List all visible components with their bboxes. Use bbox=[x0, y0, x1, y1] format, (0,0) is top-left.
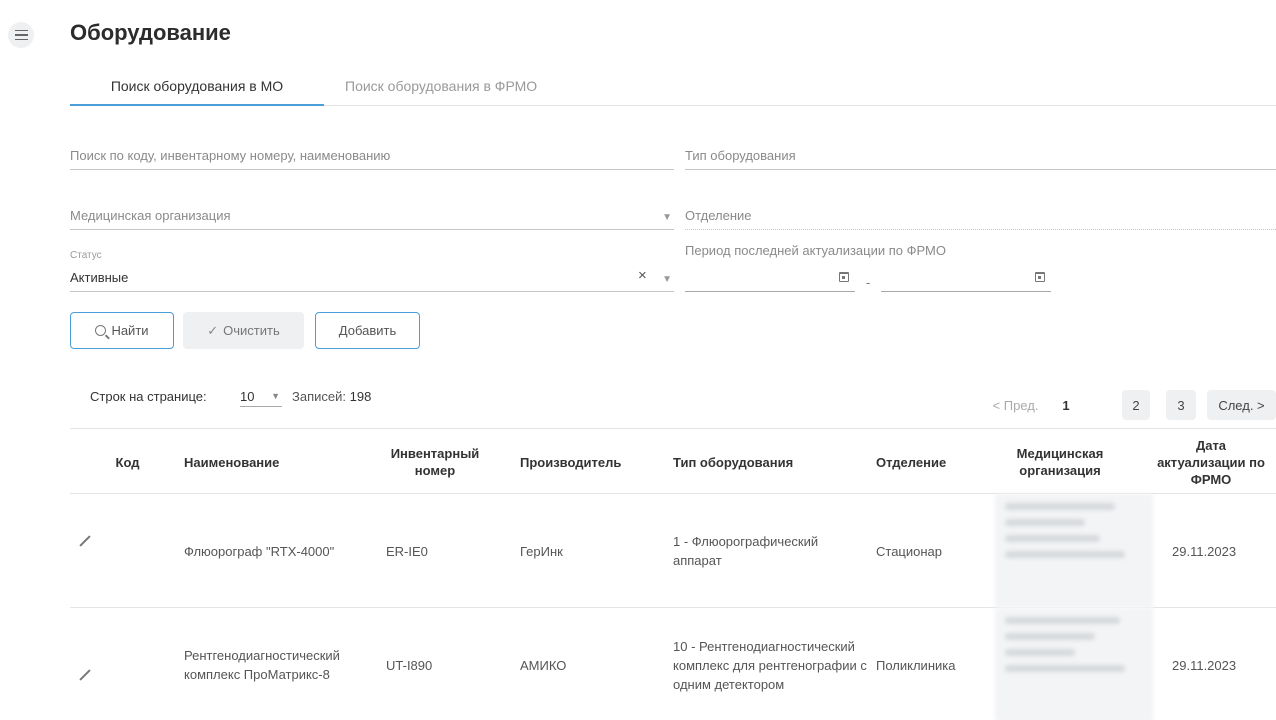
prev-page-button[interactable]: < Пред. bbox=[984, 390, 1047, 420]
close-icon[interactable]: × bbox=[638, 267, 647, 284]
search-icon bbox=[95, 325, 107, 336]
records-count: Записей: 198 bbox=[292, 389, 371, 404]
column-inventory[interactable]: Инвентарный номер bbox=[380, 429, 490, 495]
status-select[interactable]: Активные × ▼ bbox=[70, 262, 674, 292]
cell-organization-redacted bbox=[995, 494, 1153, 608]
column-code[interactable]: Код bbox=[100, 429, 155, 495]
equipment-type-select[interactable]: Тип оборудования bbox=[685, 140, 1276, 170]
equipment-type-placeholder: Тип оборудования bbox=[685, 148, 796, 163]
date-from-input[interactable] bbox=[685, 270, 855, 292]
cell-department: Стационар bbox=[876, 543, 943, 559]
page-2-button[interactable]: 2 bbox=[1122, 390, 1150, 420]
status-value: Активные bbox=[70, 270, 129, 285]
column-name[interactable]: Наименование bbox=[184, 429, 364, 495]
department-select[interactable]: Отделение bbox=[685, 200, 1276, 230]
column-manufacturer[interactable]: Производитель bbox=[520, 429, 650, 495]
records-label: Записей: bbox=[292, 389, 346, 404]
page-title: Оборудование bbox=[70, 20, 231, 45]
rows-per-page-value: 10 bbox=[240, 389, 255, 404]
table-row[interactable]: Рентгенодиагностический комплекс ПроМатр… bbox=[70, 608, 1276, 720]
column-date[interactable]: Дата актуализации по ФРМО bbox=[1156, 429, 1266, 495]
cell-name: Рентгенодиагностический комплекс ПроМатр… bbox=[184, 648, 340, 682]
rows-per-page-label: Строк на странице: bbox=[90, 389, 207, 404]
table-row[interactable]: Флюорограф "RTX-4000" ER-IE0 ГерИнк 1 - … bbox=[70, 494, 1276, 608]
chevron-down-icon: ▼ bbox=[662, 212, 672, 223]
period-label: Период последней актуализации по ФРМО bbox=[685, 243, 946, 258]
tab-search-frmo[interactable]: Поиск оборудования в ФРМО bbox=[345, 72, 537, 106]
equipment-table: Код Наименование Инвентарный номер Произ… bbox=[70, 428, 1276, 720]
calendar-icon[interactable] bbox=[839, 272, 849, 282]
add-button[interactable]: Добавить bbox=[315, 312, 420, 349]
cell-inventory: ER-IE0 bbox=[386, 543, 428, 559]
cell-type: 10 - Рентгенодиагностический комплекс дл… bbox=[673, 638, 867, 692]
cell-manufacturer: ГерИнк bbox=[520, 543, 563, 559]
search-placeholder: Поиск по коду, инвентарному номеру, наим… bbox=[70, 148, 391, 163]
rows-per-page-select[interactable]: 10 ▼ bbox=[240, 389, 282, 407]
cell-date: 29.11.2023 bbox=[1172, 543, 1237, 559]
chevron-down-icon: ▼ bbox=[271, 391, 280, 401]
department-placeholder: Отделение bbox=[685, 208, 752, 223]
chevron-down-icon[interactable]: ▼ bbox=[662, 274, 672, 285]
tab-search-mo[interactable]: Поиск оборудования в МО bbox=[70, 72, 324, 106]
cell-department: Поликлиника bbox=[876, 657, 956, 673]
next-page-button[interactable]: След. > bbox=[1207, 390, 1276, 420]
cell-organization-redacted bbox=[995, 608, 1153, 720]
broom-icon: ✓ bbox=[207, 322, 219, 338]
page-1-button[interactable]: 1 bbox=[1052, 390, 1080, 420]
calendar-icon[interactable] bbox=[1035, 272, 1045, 282]
menu-icon[interactable] bbox=[8, 22, 34, 48]
cell-date: 29.11.2023 bbox=[1172, 657, 1237, 673]
cell-inventory: UT-I890 bbox=[386, 657, 433, 673]
date-to-input[interactable] bbox=[881, 270, 1051, 292]
cell-type: 1 - Флюорографический аппарат bbox=[673, 534, 819, 568]
cell-manufacturer: АМИКО bbox=[520, 657, 567, 673]
column-department[interactable]: Отделение bbox=[876, 429, 986, 495]
clear-button[interactable]: ✓ Очистить bbox=[183, 312, 304, 349]
page-3-button[interactable]: 3 bbox=[1166, 390, 1196, 420]
search-input[interactable]: Поиск по коду, инвентарному номеру, наим… bbox=[70, 140, 674, 170]
date-separator: - bbox=[866, 275, 871, 290]
edit-icon[interactable] bbox=[79, 669, 91, 681]
tabs: Поиск оборудования в МО Поиск оборудован… bbox=[70, 72, 1276, 106]
records-value: 198 bbox=[349, 389, 372, 404]
find-button[interactable]: Найти bbox=[70, 312, 174, 349]
clear-button-label: Очистить bbox=[223, 323, 280, 338]
column-organization[interactable]: Медицинская организация bbox=[995, 429, 1125, 495]
column-type[interactable]: Тип оборудования bbox=[673, 429, 863, 495]
status-label: Статус bbox=[70, 250, 102, 261]
find-button-label: Найти bbox=[111, 323, 149, 338]
cell-name: Флюорограф "RTX-4000" bbox=[184, 543, 335, 559]
edit-icon[interactable] bbox=[79, 535, 91, 547]
organization-placeholder: Медицинская организация bbox=[70, 208, 231, 223]
table-header: Код Наименование Инвентарный номер Произ… bbox=[70, 428, 1276, 494]
organization-select[interactable]: Медицинская организация ▼ bbox=[70, 200, 674, 230]
